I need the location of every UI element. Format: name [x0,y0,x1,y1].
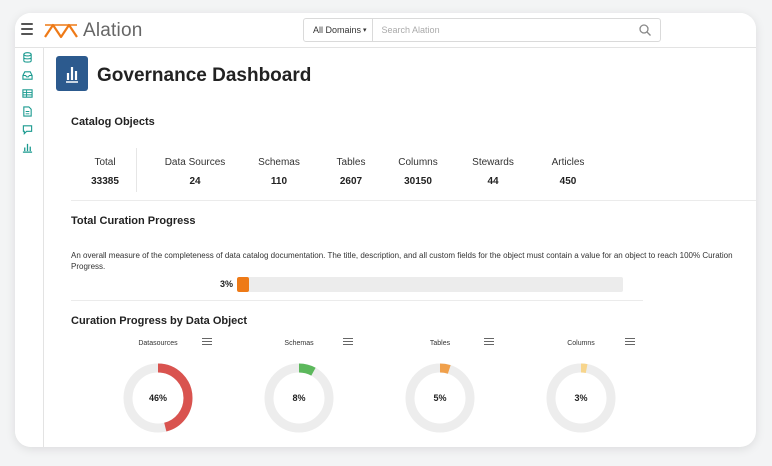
donut-percent-label: 5% [433,393,447,403]
catalog-objects-title: Catalog Objects [71,116,155,128]
donut-chart-datasources: Datasources 46% [110,335,230,447]
stat-label: Stewards [472,157,514,168]
stat-schemas: Schemas 110 [255,157,303,187]
chart-icon[interactable] [22,142,33,153]
dashboard-icon [56,56,88,91]
chart-menu-icon[interactable] [202,338,212,348]
donut-chart-schemas: Schemas 8% [251,335,371,447]
dashboard-main: Governance Dashboard Catalog Objects Tot… [44,48,756,447]
donut-percent-label: 46% [148,393,167,403]
search-bar: All Domains ▾ Search Alation [303,18,661,42]
stat-label: Articles [551,157,585,168]
page-title: Governance Dashboard [97,65,312,86]
stat-value: 33385 [91,176,119,187]
chart-menu-icon[interactable] [343,338,353,348]
stat-value: 44 [487,176,499,187]
stat-divider [136,148,137,192]
search-icon[interactable] [638,23,652,37]
alation-logo[interactable]: Alation [43,20,143,42]
chart-menu-icon[interactable] [625,338,635,348]
chart-menu-icon[interactable] [484,338,494,348]
section-divider [71,300,643,301]
donut-chart-columns: Columns 3% [533,335,653,447]
stat-value: 2607 [339,176,363,187]
hamburger-menu-icon[interactable] [21,23,33,35]
chart-title: Columns [567,340,595,347]
stat-label: Columns [398,157,438,168]
stat-total: Total 33385 [87,157,123,187]
domain-select[interactable]: All Domains ▾ [304,19,373,41]
stat-value: 110 [270,176,288,187]
document-icon[interactable] [22,106,33,117]
logo-text: Alation [83,20,143,41]
stat-columns: Columns 30150 [393,157,443,187]
chevron-down-icon: ▾ [363,27,367,34]
chart-title: Datasources [138,340,178,347]
app-window: Alation All Domains ▾ Search Alation Gov… [15,13,756,447]
database-icon[interactable] [22,52,33,63]
donut-chart-tables: Tables 5% [392,335,512,447]
chart-title: Tables [429,340,451,347]
curation-percent-label: 3% [220,279,234,289]
stat-articles: Articles 450 [544,157,592,187]
inbox-icon[interactable] [22,70,33,81]
stat-label: Schemas [258,157,300,168]
table-icon[interactable] [22,88,33,99]
stat-label: Data Sources [164,157,226,168]
curation-description: An overall measure of the completeness o… [71,251,733,271]
stat-value: 24 [189,176,201,187]
curation-by-object-title: Curation Progress by Data Object [71,315,248,327]
stat-stewards: Stewards 44 [468,157,518,187]
stat-value: 450 [559,176,577,187]
stat-label: Total [94,157,116,168]
chart-title: Schemas [284,340,314,347]
domain-select-label: All Domains [313,25,362,35]
curation-progress-bar [237,277,623,292]
stat-label: Tables [336,157,366,168]
search-input[interactable]: Search Alation [373,25,638,35]
section-divider [71,200,756,201]
left-nav [15,48,44,447]
donut-percent-label: 3% [574,393,588,403]
curation-progress-title: Total Curation Progress [71,215,196,227]
chat-icon[interactable] [22,124,33,135]
top-bar: Alation All Domains ▾ Search Alation [15,13,756,48]
alation-logo-mark-icon [44,23,78,39]
stat-tables: Tables 2607 [331,157,371,187]
stat-value: 30150 [404,176,432,187]
stat-data-sources: Data Sources 24 [162,157,228,187]
donut-percent-label: 8% [292,393,306,403]
curation-progress-fill [237,277,249,292]
